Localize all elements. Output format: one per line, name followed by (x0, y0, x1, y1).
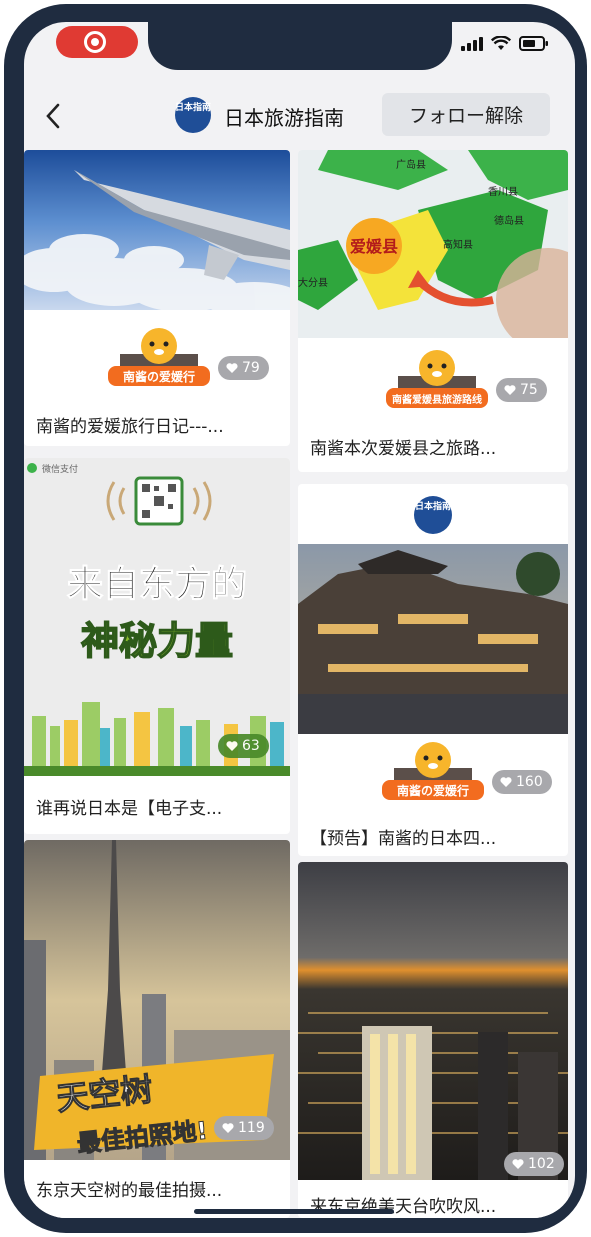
post-title: 【预告】南酱的日本四... (310, 829, 497, 849)
map-label: 德岛县 (494, 214, 524, 227)
post-card[interactable]: 日本指南 南酱の爱媛行 160 【预告】南酱的日本四... (298, 484, 568, 856)
nav-bar: 日本指南 日本旅游指南 フォロー解除 (24, 84, 575, 148)
like-count: 75 (520, 382, 538, 398)
post-title: 南酱的爱媛旅行日记---... (36, 417, 224, 437)
home-indicator[interactable] (194, 1209, 394, 1214)
like-count: 119 (238, 1120, 265, 1136)
post-title: 东京天空树的最佳拍摄... (36, 1181, 223, 1201)
like-badge[interactable]: 75 (496, 378, 547, 402)
poster-headline-2: 神秘力量 (81, 619, 233, 663)
mascot-banner-text: 南酱爱媛县旅游路线 (392, 393, 482, 406)
mascot-banner-text: 南酱の爱媛行 (397, 783, 469, 798)
post-title: 南酱本次爱媛县之旅路... (310, 439, 497, 459)
post-title: 谁再说日本是【电子支... (36, 799, 223, 819)
status-bar (461, 36, 549, 51)
post-card[interactable]: 爱媛县 广岛县 香川县 德岛县 高知县 大分县 南酱爱媛县旅游路线 75 南酱本… (298, 150, 568, 472)
device-notch (148, 22, 452, 70)
mascot-banner-text: 南酱の爱媛行 (123, 369, 195, 384)
post-image-payment-poster: 微信支付 来自东方的 神秘力量 (24, 458, 290, 776)
poster-top-text: 微信支付 (42, 463, 78, 475)
chevron-left-icon[interactable] (40, 100, 68, 132)
phone-frame: 日本指南 日本旅游指南 フォロー解除 南酱の爱媛行 79 南酱的爱媛旅行日记--… (4, 4, 587, 1233)
heart-icon (500, 777, 512, 787)
channel-logo-text: 日本指南 (414, 502, 451, 512)
post-image-airplane (24, 150, 290, 310)
signal-icon (461, 37, 483, 51)
like-badge[interactable]: 63 (218, 734, 269, 758)
mascot-banner: 南酱の爱媛行 (380, 740, 486, 804)
heart-icon (226, 363, 238, 373)
wifi-icon (491, 36, 511, 51)
channel-logo: 日本指南 (175, 97, 211, 133)
map-label: 广岛县 (396, 158, 426, 171)
like-count: 160 (516, 774, 543, 790)
post-image-ehime-map: 爱媛县 广岛县 香川县 德岛县 高知县 大分县 (298, 150, 568, 338)
poster-headline-1: 来自东方的 (67, 564, 247, 605)
heart-icon (222, 1123, 234, 1133)
post-image-skytree: 天空树 最佳拍照地! (24, 840, 290, 1160)
map-label-main: 爱媛县 (350, 237, 398, 256)
heart-icon (226, 741, 238, 751)
app-screen: 日本指南 日本旅游指南 フォロー解除 南酱の爱媛行 79 南酱的爱媛旅行日记--… (24, 22, 575, 1218)
like-badge[interactable]: 160 (492, 770, 552, 794)
map-label: 高知县 (443, 238, 473, 251)
channel-logo-text: 日本指南 (175, 103, 212, 113)
battery-icon (519, 36, 549, 51)
map-label: 香川县 (488, 186, 518, 198)
post-card[interactable]: 南酱の爱媛行 79 南酱的爱媛旅行日记---... (24, 150, 290, 446)
channel-logo: 日本指南 (414, 496, 452, 534)
post-image-onsen (298, 544, 568, 734)
like-badge[interactable]: 102 (504, 1152, 564, 1176)
heart-icon (504, 385, 516, 395)
like-count: 63 (242, 738, 260, 754)
screen-record-icon[interactable] (56, 26, 138, 58)
like-badge[interactable]: 119 (214, 1116, 274, 1140)
heart-icon (512, 1159, 524, 1169)
page-title: 日本旅游指南 (224, 106, 344, 130)
post-card[interactable]: 微信支付 来自东方的 神秘力量 63 谁再说日本是【电子支... (24, 458, 290, 834)
post-card[interactable]: 102 来东京绝美天台吹吹风... (298, 862, 568, 1218)
map-label: 大分县 (298, 276, 328, 289)
post-image-tokyo-night (298, 862, 568, 1180)
unfollow-button[interactable]: フォロー解除 (382, 93, 550, 136)
mascot-banner: 南酱爱媛县旅游路线 (384, 348, 490, 412)
post-card[interactable]: 天空树 最佳拍照地! 119 东京天空树的最佳拍摄... (24, 840, 290, 1218)
like-badge[interactable]: 79 (218, 356, 269, 380)
mascot-banner: 南酱の爱媛行 (106, 326, 212, 390)
like-count: 79 (242, 360, 260, 376)
like-count: 102 (528, 1156, 555, 1172)
